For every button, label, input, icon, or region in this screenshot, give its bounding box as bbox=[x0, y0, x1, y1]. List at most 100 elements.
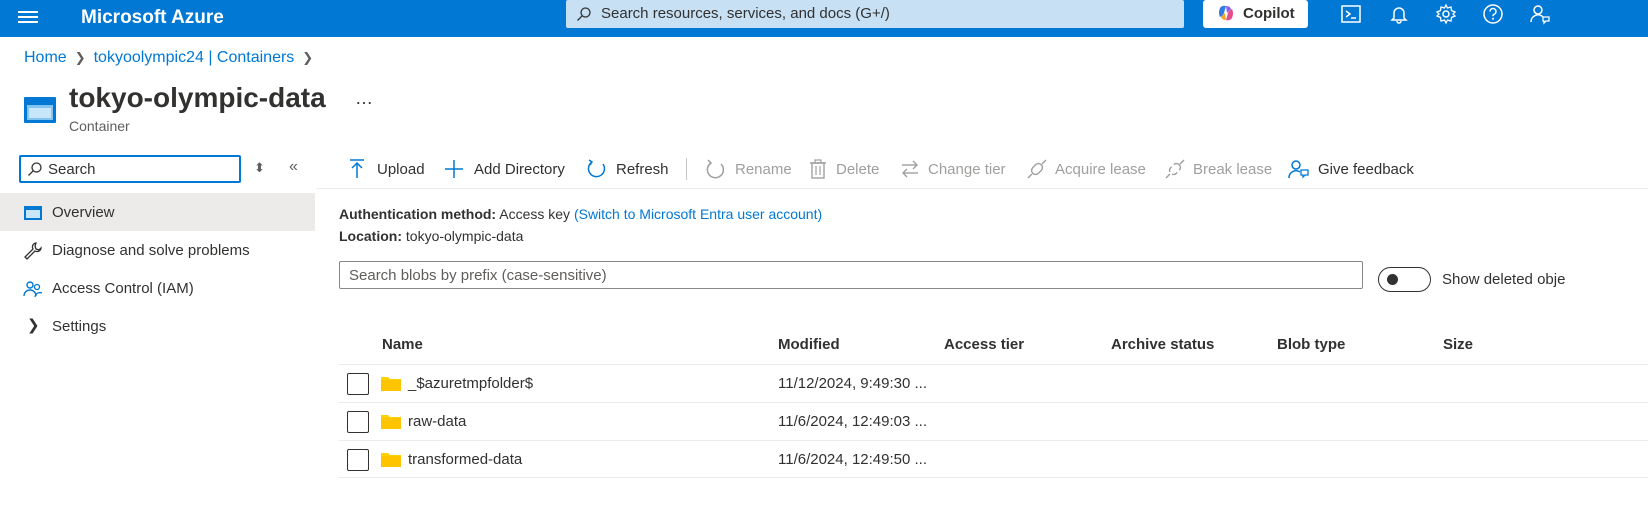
sidebar-item-settings[interactable]: ❯ Settings bbox=[0, 307, 315, 345]
location-value: tokyo-olympic-data bbox=[405, 228, 524, 244]
global-search-input[interactable]: Search resources, services, and docs (G+… bbox=[566, 0, 1184, 28]
more-options-icon[interactable]: … bbox=[355, 88, 373, 109]
gear-icon[interactable] bbox=[1435, 3, 1457, 25]
hamburger-menu-icon[interactable] bbox=[18, 8, 38, 28]
break-lease-label: Break lease bbox=[1193, 161, 1273, 178]
row-checkbox[interactable] bbox=[347, 449, 369, 471]
auth-method-line: Authentication method: Access key (Switc… bbox=[339, 206, 822, 222]
feedback-person-icon bbox=[1288, 160, 1309, 179]
bell-icon[interactable] bbox=[1388, 3, 1410, 25]
refresh-label: Refresh bbox=[616, 161, 669, 178]
table-row[interactable]: raw-data 11/6/2024, 12:49:03 ... bbox=[339, 402, 1648, 440]
expand-collapse-icon[interactable]: ⬍ bbox=[254, 160, 265, 176]
container-icon bbox=[24, 97, 56, 123]
sidebar-item-label: Overview bbox=[52, 204, 115, 221]
table-bottom-border bbox=[339, 477, 1648, 478]
sidebar-item-label: Diagnose and solve problems bbox=[52, 242, 250, 259]
add-directory-label: Add Directory bbox=[474, 161, 565, 178]
blob-prefix-search-input[interactable]: Search blobs by prefix (case-sensitive) bbox=[339, 261, 1363, 289]
table-row[interactable]: _$azuretmpfolder$ 11/12/2024, 9:49:30 ..… bbox=[339, 364, 1648, 402]
trash-icon bbox=[810, 159, 826, 179]
toggle-knob bbox=[1387, 274, 1398, 285]
breadcrumb-home[interactable]: Home bbox=[24, 49, 67, 66]
show-deleted-label: Show deleted obje bbox=[1442, 271, 1566, 288]
wrench-icon bbox=[24, 242, 42, 260]
sidebar-item-diagnose[interactable]: Diagnose and solve problems bbox=[0, 231, 315, 269]
copilot-label: Copilot bbox=[1243, 5, 1295, 22]
sidebar-item-overview[interactable]: Overview bbox=[0, 193, 315, 231]
change-tier-label: Change tier bbox=[928, 161, 1006, 178]
blob-modified: 11/12/2024, 9:49:30 ... bbox=[778, 375, 928, 392]
folder-icon bbox=[381, 415, 401, 429]
help-icon[interactable] bbox=[1482, 3, 1504, 25]
cloud-shell-icon[interactable] bbox=[1340, 3, 1362, 25]
chevron-right-icon: ❯ bbox=[27, 317, 40, 334]
show-deleted-toggle[interactable] bbox=[1378, 267, 1431, 292]
brand-title[interactable]: Microsoft Azure bbox=[81, 4, 224, 32]
search-icon bbox=[28, 162, 42, 176]
nav-search-placeholder: Search bbox=[48, 161, 96, 178]
breadcrumb-storage-containers[interactable]: tokyoolympic24 | Containers bbox=[94, 49, 295, 66]
refresh-icon bbox=[587, 159, 606, 178]
row-checkbox[interactable] bbox=[347, 373, 369, 395]
column-header-name[interactable]: Name bbox=[382, 336, 423, 353]
breadcrumb: Home ❯ tokyoolympic24 | Containers ❯ bbox=[24, 49, 321, 67]
link-icon bbox=[1027, 159, 1047, 179]
blob-name[interactable]: transformed-data bbox=[408, 451, 522, 468]
rename-button[interactable]: Rename bbox=[705, 158, 793, 182]
blob-search-placeholder: Search blobs by prefix (case-sensitive) bbox=[349, 267, 607, 284]
give-feedback-button[interactable]: Give feedback bbox=[1288, 158, 1418, 182]
top-bar: Microsoft Azure Search resources, servic… bbox=[0, 0, 1648, 37]
feedback-person-icon[interactable] bbox=[1529, 3, 1551, 25]
column-header-access-tier[interactable]: Access tier bbox=[944, 336, 1024, 353]
add-directory-button[interactable]: Add Directory bbox=[443, 158, 573, 182]
auth-method-label: Authentication method: bbox=[339, 206, 497, 222]
sidebar-item-label: Settings bbox=[52, 318, 107, 335]
collapse-sidebar-icon[interactable]: « bbox=[289, 158, 298, 176]
acquire-lease-label: Acquire lease bbox=[1055, 161, 1146, 178]
column-header-size[interactable]: Size bbox=[1443, 336, 1473, 353]
page-subtitle: Container bbox=[69, 118, 130, 134]
give-feedback-label: Give feedback bbox=[1318, 161, 1414, 178]
chevron-right-icon: ❯ bbox=[302, 50, 314, 65]
container-icon bbox=[24, 206, 42, 220]
plus-icon bbox=[445, 160, 463, 178]
swap-arrows-icon bbox=[902, 160, 918, 178]
blob-modified: 11/6/2024, 12:49:03 ... bbox=[778, 413, 928, 430]
blob-name[interactable]: raw-data bbox=[408, 413, 466, 430]
column-header-modified[interactable]: Modified bbox=[778, 336, 840, 353]
location-line: Location: tokyo-olympic-data bbox=[339, 228, 523, 244]
acquire-lease-button[interactable]: Acquire lease bbox=[1026, 158, 1150, 182]
column-header-archive-status[interactable]: Archive status bbox=[1111, 336, 1214, 353]
nav-search-input[interactable]: Search bbox=[19, 155, 241, 183]
search-icon bbox=[577, 7, 591, 21]
global-search-placeholder: Search resources, services, and docs (G+… bbox=[601, 5, 890, 22]
folder-icon bbox=[381, 377, 401, 391]
delete-label: Delete bbox=[836, 161, 880, 178]
upload-icon bbox=[350, 159, 364, 178]
table-row[interactable]: transformed-data 11/6/2024, 12:49:50 ... bbox=[339, 440, 1648, 478]
auth-method-value: Access key bbox=[499, 206, 571, 222]
upload-label: Upload bbox=[377, 161, 425, 178]
chevron-right-icon: ❯ bbox=[74, 50, 86, 65]
blob-modified: 11/6/2024, 12:49:50 ... bbox=[778, 451, 928, 468]
folder-icon bbox=[381, 453, 401, 467]
column-header-blob-type[interactable]: Blob type bbox=[1277, 336, 1345, 353]
location-label: Location: bbox=[339, 228, 402, 244]
refresh-button[interactable]: Refresh bbox=[586, 158, 671, 182]
delete-button[interactable]: Delete bbox=[807, 158, 885, 182]
page-title: tokyo-olympic-data bbox=[69, 82, 326, 113]
command-bar-divider bbox=[316, 188, 1648, 189]
copilot-button[interactable]: Copilot bbox=[1203, 0, 1308, 28]
broken-link-icon bbox=[1165, 159, 1185, 179]
sidebar-item-access-control[interactable]: Access Control (IAM) bbox=[0, 269, 315, 307]
blob-name[interactable]: _$azuretmpfolder$ bbox=[408, 375, 533, 392]
row-checkbox[interactable] bbox=[347, 411, 369, 433]
break-lease-button[interactable]: Break lease bbox=[1164, 158, 1274, 182]
change-tier-button[interactable]: Change tier bbox=[899, 158, 1011, 182]
upload-button[interactable]: Upload bbox=[346, 158, 430, 182]
switch-auth-link[interactable]: (Switch to Microsoft Entra user account) bbox=[574, 206, 822, 222]
command-divider bbox=[686, 158, 687, 180]
copilot-icon bbox=[1219, 5, 1233, 21]
rename-icon bbox=[706, 159, 725, 179]
